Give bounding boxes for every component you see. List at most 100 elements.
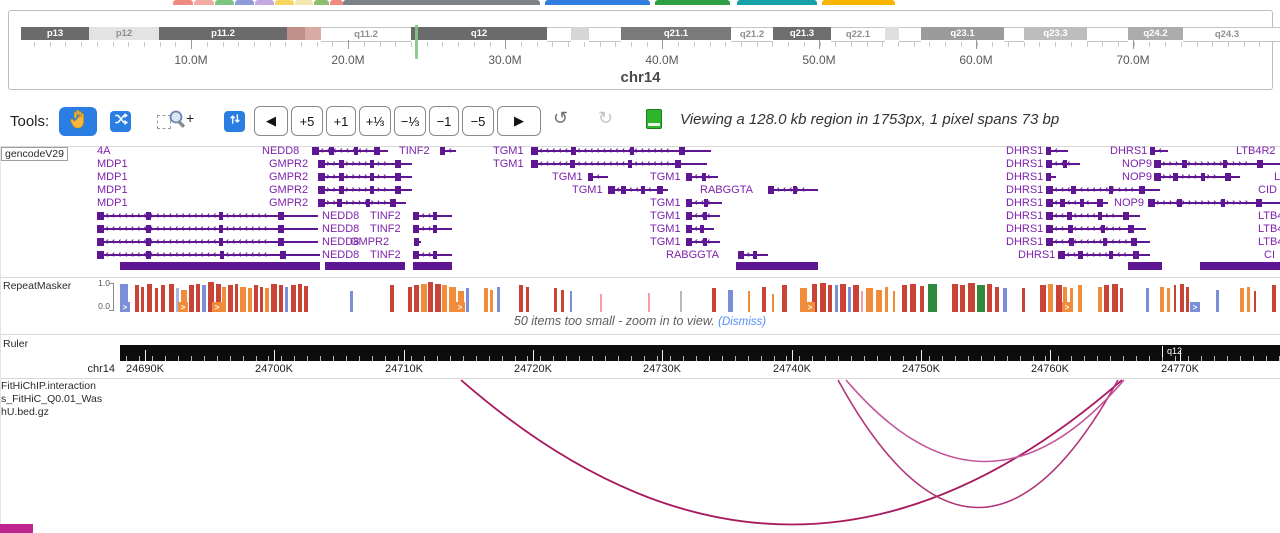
tab-strip-segment[interactable] (255, 0, 274, 5)
repeat-bar[interactable] (876, 290, 882, 313)
cytoband[interactable] (885, 27, 899, 40)
gene-feature[interactable]: ››››››››››› (318, 185, 412, 195)
gene-feature[interactable]: ‹‹‹‹ (686, 237, 720, 247)
gene-feature[interactable]: ››››››››››› (318, 198, 406, 208)
pan-tool-button[interactable] (59, 107, 97, 136)
repeat-bar[interactable] (920, 286, 924, 312)
interaction-arc[interactable] (846, 380, 1124, 462)
tab-strip-segment[interactable] (822, 0, 895, 5)
interaction-arc[interactable] (838, 380, 1118, 508)
repeat-bar[interactable] (853, 285, 859, 312)
cytoband[interactable] (899, 27, 921, 42)
repeat-bar[interactable] (1078, 285, 1082, 312)
repeat-bar[interactable] (680, 291, 682, 312)
gene-feature[interactable]: ‹‹‹‹‹‹‹‹‹‹‹‹‹‹‹‹‹‹‹‹‹‹ (531, 159, 707, 169)
gene-dense-bar[interactable] (736, 262, 818, 270)
cytoband-p11.2[interactable]: p11.2 (159, 27, 287, 40)
gene-feature[interactable]: ‹‹‹‹‹‹‹‹‹‹‹‹‹‹‹‹‹‹‹‹‹‹ (531, 146, 711, 156)
gene-feature[interactable]: ‹‹‹‹ (686, 198, 722, 208)
expand-chip[interactable]: > (120, 302, 130, 312)
nav-button-+⅓[interactable]: +⅓ (359, 106, 391, 136)
repeat-bar[interactable] (1098, 287, 1102, 313)
repeat-bar[interactable] (519, 285, 523, 312)
gene-feature[interactable]: ‹‹‹‹ (413, 250, 452, 260)
cytoband-q22.1[interactable]: q22.1 (831, 27, 885, 42)
gene-feature[interactable]: ‹‹‹‹‹‹‹‹‹‹‹ (1046, 211, 1140, 221)
repeat-bar[interactable] (648, 293, 650, 313)
repeat-bar[interactable] (861, 291, 863, 312)
repeat-bar[interactable] (1174, 285, 1176, 312)
dismiss-link[interactable]: (Dismiss) (718, 316, 766, 328)
track-label-ruler[interactable]: Ruler (1, 338, 30, 350)
repeat-bar[interactable] (304, 286, 308, 312)
tab-strip-segment[interactable] (343, 0, 540, 5)
repeat-bar[interactable] (484, 288, 488, 312)
gene-feature[interactable]: ‹‹ (588, 172, 608, 182)
cytoband-q21.2[interactable]: q21.2 (731, 27, 773, 42)
tab-strip-segment[interactable] (215, 0, 234, 5)
gene-feature[interactable]: ‹‹ (1046, 146, 1068, 156)
repeat-bar[interactable] (235, 284, 238, 313)
repeat-bar[interactable] (1003, 288, 1007, 312)
repeat-bar[interactable] (135, 285, 139, 312)
repeat-bar[interactable] (728, 290, 733, 313)
repeat-bar[interactable] (1022, 288, 1025, 312)
repeat-bar[interactable] (1104, 285, 1109, 312)
repeat-bar[interactable] (260, 287, 263, 313)
gene-dense-bar[interactable] (120, 262, 320, 270)
repeat-bar[interactable] (866, 288, 873, 312)
cytoband[interactable] (1004, 27, 1024, 42)
interaction-arc[interactable] (461, 380, 1122, 525)
repeat-bar[interactable] (414, 285, 419, 312)
repeat-bar[interactable] (222, 287, 226, 313)
gene-feature[interactable]: ‹‹‹‹‹‹‹‹‹‹‹‹ (1046, 224, 1146, 234)
gene-feature[interactable]: ‹‹‹‹‹‹‹‹‹‹‹ (1058, 250, 1150, 260)
tab-strip-segment[interactable] (330, 0, 343, 5)
track-label-repeatmasker[interactable]: RepeatMasker (1, 280, 73, 292)
gene-feature[interactable]: ‹ (1046, 172, 1056, 182)
repeat-bar[interactable] (554, 288, 557, 312)
tab-strip-segment[interactable] (173, 0, 193, 5)
gene-feature[interactable]: ‹‹‹‹‹‹ (768, 185, 818, 195)
cytoband[interactable] (547, 27, 571, 42)
repeat-bar[interactable] (408, 287, 412, 312)
cytoband[interactable] (571, 27, 589, 40)
gene-feature[interactable]: ‹‹‹ (738, 250, 768, 260)
repeat-bar[interactable] (265, 288, 269, 312)
repeat-bar[interactable] (762, 287, 766, 313)
cytoband[interactable] (1087, 27, 1128, 42)
repeat-bar[interactable] (285, 287, 288, 313)
repeat-bar[interactable] (147, 284, 152, 312)
repeat-bar[interactable] (526, 287, 529, 313)
swap-tool-button[interactable] (224, 111, 245, 132)
split-view-tool-button[interactable] (110, 111, 131, 132)
repeat-bar[interactable] (910, 284, 916, 312)
repeat-bar[interactable] (561, 290, 564, 313)
tab-strip-segment[interactable] (314, 0, 329, 5)
repeat-bar[interactable] (202, 285, 206, 312)
gene-dense-bar[interactable] (325, 262, 405, 270)
repeat-bar[interactable] (421, 284, 427, 313)
gene-feature[interactable]: ‹‹ (1150, 146, 1168, 156)
repeat-bar[interactable] (490, 290, 493, 313)
repeat-bar[interactable] (1048, 284, 1053, 313)
gene-feature[interactable]: ‹‹‹‹‹‹‹‹‹‹‹‹‹‹ (1046, 185, 1160, 195)
repeat-bar[interactable] (1040, 285, 1046, 312)
expand-chip[interactable]: > (1190, 302, 1200, 312)
cytoband-q24.3[interactable]: q24.3 (1183, 27, 1271, 42)
gene-feature[interactable]: ‹‹‹‹ (413, 224, 452, 234)
repeat-bar[interactable] (570, 291, 572, 312)
repeat-bar[interactable] (428, 282, 433, 312)
repeat-bar[interactable] (712, 288, 716, 312)
cytoband-q11.2[interactable]: q11.2 (321, 27, 411, 42)
tab-strip-segment[interactable] (655, 0, 730, 5)
repeat-bar[interactable] (977, 285, 985, 312)
repeat-bar[interactable] (772, 294, 774, 312)
expand-chip[interactable]: > (178, 302, 188, 312)
track-label-gencode[interactable]: gencodeV29 (1, 147, 68, 161)
repeat-bar[interactable] (835, 285, 838, 312)
repeat-bar[interactable] (848, 287, 851, 313)
repeat-bar[interactable] (885, 287, 888, 313)
repeat-bar[interactable] (828, 285, 832, 312)
tab-strip-segment[interactable] (235, 0, 254, 5)
